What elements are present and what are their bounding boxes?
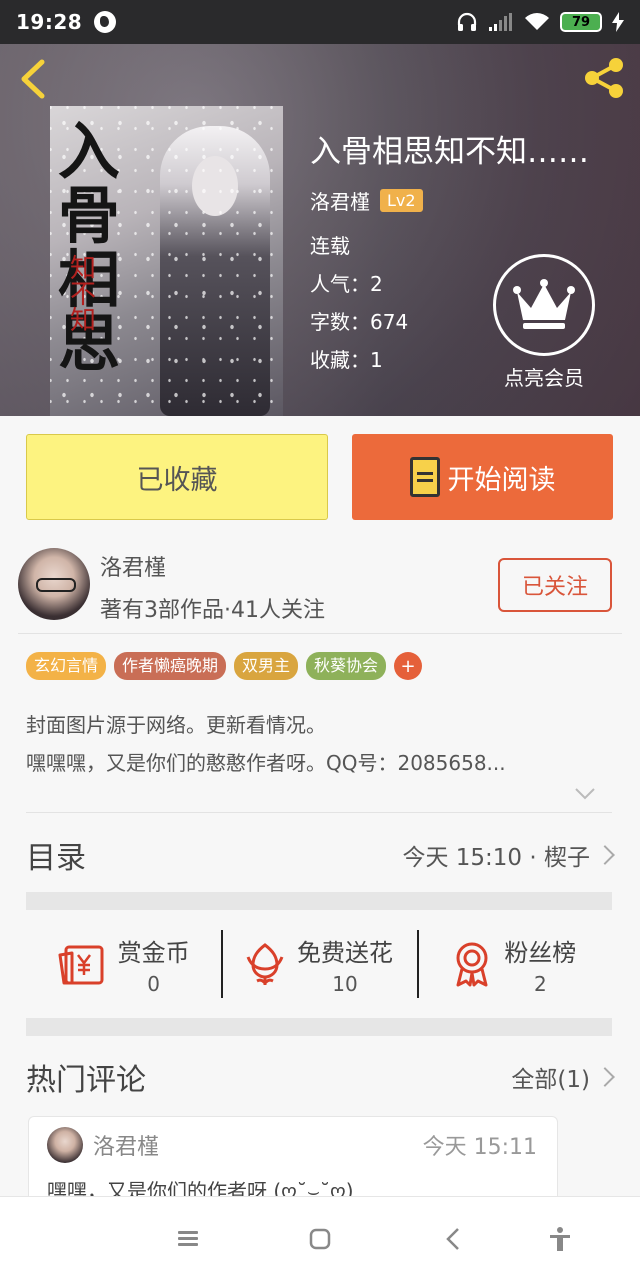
- hot-comments-title: 热门评论: [26, 1063, 146, 1098]
- catalog-title: 目录: [26, 841, 86, 876]
- fan-ranking-button[interactable]: 粉丝榜 2: [416, 926, 612, 1002]
- red-envelope-icon: [58, 945, 104, 985]
- catalog-update: 今天 15:10 · 楔子: [402, 838, 615, 872]
- accessibility-button[interactable]: [546, 1225, 574, 1253]
- fan-ranking-label: 粉丝榜: [504, 938, 577, 967]
- battery-icon: 79: [560, 12, 602, 32]
- collected-label: 已收藏: [136, 464, 218, 496]
- back-icon: [446, 1228, 459, 1250]
- flower-icon: [246, 943, 284, 986]
- wifi-icon: [525, 13, 549, 30]
- book-author-row: 洛君槿 Lv2: [310, 186, 589, 215]
- menu-button[interactable]: [174, 1225, 202, 1253]
- accessibility-icon: [550, 1227, 570, 1251]
- vip-button[interactable]: 点亮会员: [493, 254, 595, 391]
- chevron-right-icon: [595, 845, 615, 865]
- section-divider: [26, 892, 612, 910]
- free-flower-label: 免费送花: [296, 938, 393, 967]
- reward-coins-button[interactable]: 赏金币 0: [26, 926, 221, 1002]
- menu-icon: [178, 1231, 198, 1246]
- share-button[interactable]: [580, 54, 628, 102]
- author-meta: 著有3部作品·41人关注: [100, 598, 325, 623]
- book-description: 封面图片源于网络。更新看情况。 嘿嘿嘿，又是你们的憨憨作者呀。QQ号：20856…: [26, 706, 612, 782]
- all-comments-label: 全部(1): [511, 1067, 590, 1093]
- fan-ranking-value: 2: [533, 971, 547, 996]
- section-divider: [26, 1018, 612, 1036]
- tag-list: 玄幻言情 作者懒癌晚期 双男主 秋葵协会 +: [26, 652, 423, 680]
- book-icon: [409, 457, 440, 497]
- free-flower-value: 10: [332, 971, 358, 996]
- comment-time: 今天 15:11: [422, 1135, 537, 1160]
- book-cover[interactable]: 入骨相思 知不知: [50, 106, 283, 416]
- tag-item[interactable]: 玄幻言情: [26, 652, 107, 680]
- medal-icon: [456, 942, 488, 987]
- cover-title: 入骨相思: [58, 115, 121, 380]
- book-header: 入骨相思 知不知 入骨相思知不知…… 洛君槿 Lv2 连载 人气：2 字数：67…: [0, 44, 640, 416]
- free-flower-button[interactable]: 免费送花 10: [221, 926, 416, 1002]
- crown-icon: [513, 279, 575, 329]
- back-arrow-icon: [21, 59, 45, 99]
- signal-icon: [489, 13, 512, 31]
- comment-card[interactable]: 洛君槿 今天 15:11 嘿嘿，又是你们的作者呀 (ღ˘⌣˘ღ): [28, 1116, 558, 1206]
- book-title: 入骨相思知不知……: [310, 134, 589, 170]
- hot-comments-header: 热门评论 全部(1): [26, 1042, 615, 1112]
- all-comments-button[interactable]: 全部(1): [511, 1060, 615, 1094]
- add-tag-button[interactable]: +: [394, 652, 423, 680]
- vip-circle: [493, 254, 595, 356]
- start-reading-button[interactable]: 开始阅读: [352, 434, 613, 520]
- vip-label: 点亮会员: [504, 366, 584, 390]
- tag-item[interactable]: 秋葵协会: [306, 652, 387, 680]
- status-icons: 79: [456, 11, 624, 33]
- author-name[interactable]: 洛君槿: [100, 550, 166, 582]
- status-time: 19:28: [16, 10, 83, 34]
- rewards-row: 赏金币 0 免费送花 10 粉丝榜 2: [26, 926, 612, 1002]
- tag-item[interactable]: 作者懒癌晚期: [114, 652, 227, 680]
- start-reading-label: 开始阅读: [447, 464, 556, 496]
- description-line: 封面图片源于网络。更新看情况。: [26, 713, 326, 737]
- status-bar: 19:28 79: [0, 0, 640, 44]
- tag-item[interactable]: 双男主: [234, 652, 299, 680]
- back-button[interactable]: [14, 56, 54, 102]
- headphones-icon: [457, 12, 477, 31]
- comment-avatar[interactable]: [47, 1127, 83, 1163]
- collected-button[interactable]: 已收藏: [26, 434, 328, 520]
- author-avatar[interactable]: [18, 548, 90, 620]
- system-nav-bar: [0, 1196, 640, 1280]
- level-badge: Lv2: [380, 189, 423, 212]
- chevron-right-icon: [595, 1067, 615, 1087]
- nav-back-button[interactable]: [440, 1225, 468, 1253]
- divider: [26, 812, 612, 813]
- catalog-latest-chapter: 今天 15:10 · 楔子: [402, 845, 590, 871]
- chevron-down-icon: [575, 788, 595, 800]
- description-line: 嘿嘿嘿，又是你们的憨憨作者呀。QQ号：2085658...: [26, 751, 506, 775]
- catalog-row[interactable]: 目录 今天 15:10 · 楔子: [26, 820, 615, 890]
- share-icon: [585, 58, 623, 98]
- home-square-icon: [309, 1228, 331, 1250]
- author-section[interactable]: 洛君槿 著有3部作品·41人关注 已关注: [18, 548, 622, 634]
- charging-icon: [612, 12, 624, 32]
- home-button[interactable]: [306, 1225, 334, 1253]
- reward-coins-value: 0: [147, 971, 161, 996]
- follow-label: 已关注: [521, 575, 588, 600]
- follow-button[interactable]: 已关注: [498, 558, 612, 612]
- expand-description-button[interactable]: [574, 786, 596, 800]
- comment-user[interactable]: 洛君槿: [93, 1129, 159, 1161]
- cover-subtitle: 知不知: [70, 254, 97, 336]
- reward-coins-label: 赏金币: [117, 938, 190, 967]
- book-author[interactable]: 洛君槿: [310, 186, 370, 215]
- globe-icon: [94, 11, 117, 33]
